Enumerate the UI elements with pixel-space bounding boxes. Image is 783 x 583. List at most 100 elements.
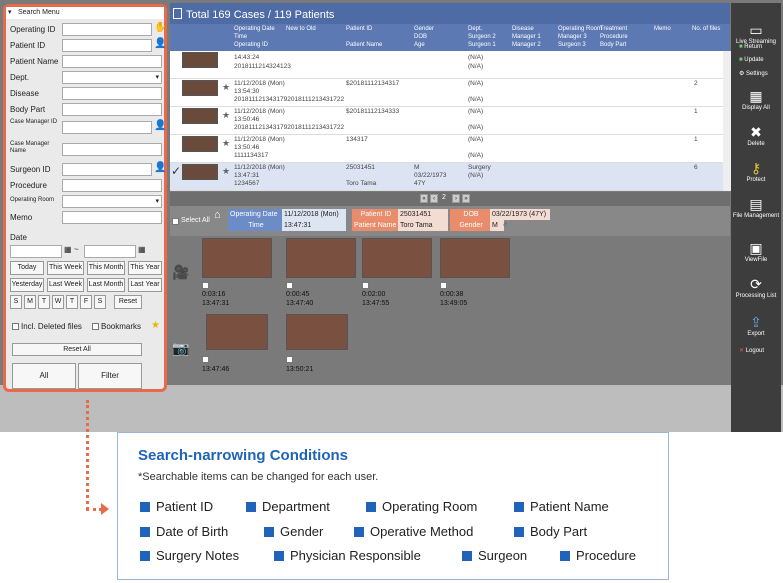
col-memo[interactable]: Memo	[654, 26, 671, 33]
tree-icon[interactable]: ⌂	[214, 209, 221, 221]
body-part-input[interactable]	[62, 103, 162, 116]
date-from-input[interactable]	[10, 245, 62, 258]
col-gender[interactable]: Gender	[414, 26, 434, 33]
this-week-button[interactable]: This Week	[47, 261, 84, 275]
update-button[interactable]: ■ Update	[731, 57, 781, 63]
table-row[interactable]: 14:43:24 2018111214324123 (N/A) (N/A)	[170, 51, 723, 79]
all-button[interactable]: All	[12, 363, 76, 389]
video-thumbnail[interactable]	[202, 238, 272, 278]
col-manager-1[interactable]: Manager 1	[512, 34, 541, 41]
operating-room-select[interactable]: ▾	[62, 195, 162, 208]
reset-all-button[interactable]: Reset All	[12, 343, 142, 356]
dept-select[interactable]: ▾	[62, 71, 162, 84]
manager-lookup-icon[interactable]: 👤	[154, 120, 166, 131]
viewfile-button[interactable]: ▣ ViewFile	[731, 239, 781, 263]
media-checkbox[interactable]	[440, 282, 447, 289]
media-checkbox[interactable]	[202, 356, 209, 363]
yesterday-button[interactable]: Yesterday	[10, 278, 44, 292]
this-year-button[interactable]: This Year	[128, 261, 162, 275]
bookmark-star-icon[interactable]: ★	[222, 167, 230, 176]
video-thumbnail[interactable]	[286, 238, 356, 278]
live-streaming-button[interactable]: ▭ Live Streaming	[731, 21, 781, 45]
col-body-part[interactable]: Body Part	[600, 42, 626, 49]
case-manager-id-input[interactable]	[62, 121, 152, 134]
last-year-button[interactable]: Last Year	[128, 278, 162, 292]
day-saturday-button[interactable]: S	[94, 295, 106, 309]
col-surgeon-1[interactable]: Surgeon 1	[468, 42, 496, 49]
media-checkbox[interactable]	[362, 282, 369, 289]
protect-button[interactable]: ⚷ Protect	[731, 159, 781, 183]
col-treatment[interactable]: Treatment	[600, 26, 627, 33]
day-thursday-button[interactable]: T	[66, 295, 78, 309]
bookmark-star-icon[interactable]: ★	[222, 83, 230, 92]
col-patient-id[interactable]: Patient ID	[346, 26, 372, 33]
col-manager-2[interactable]: Manager 2	[512, 42, 541, 49]
calendar-to-icon[interactable]: ▦	[138, 245, 146, 254]
case-manager-name-input[interactable]	[62, 143, 162, 156]
logout-button[interactable]: ✕ Logout	[731, 347, 781, 354]
date-to-input[interactable]	[84, 245, 136, 258]
photo-thumbnail[interactable]	[286, 314, 348, 350]
col-operating-id[interactable]: Operating ID	[234, 42, 268, 49]
bookmark-star-icon[interactable]: ★	[222, 139, 230, 148]
video-thumbnail[interactable]	[362, 238, 432, 278]
media-checkbox[interactable]	[202, 282, 209, 289]
col-age[interactable]: Age	[414, 42, 425, 49]
video-thumbnail[interactable]	[440, 238, 510, 278]
first-page-icon[interactable]: «	[420, 194, 428, 203]
file-management-button[interactable]: ▤ File Management	[731, 195, 781, 219]
last-page-icon[interactable]: »	[462, 194, 470, 203]
procedure-input[interactable]	[62, 179, 162, 192]
last-month-button[interactable]: Last Month	[87, 278, 125, 292]
operating-id-input[interactable]	[62, 23, 152, 36]
next-page-icon[interactable]: ›	[452, 194, 460, 203]
patient-lookup-icon[interactable]: 👤	[154, 38, 166, 49]
table-row[interactable]: ★ 11/12/2018 (Mon) 13:50:46 201811121343…	[170, 107, 723, 135]
memo-input[interactable]	[62, 211, 162, 224]
collapse-icon[interactable]: ▾	[8, 7, 12, 19]
row-check-icon[interactable]: ✓	[171, 165, 181, 177]
table-row[interactable]: ★ 11/12/2018 (Mon) 13:50:46 1111134317 1…	[170, 135, 723, 163]
this-month-button[interactable]: This Month	[87, 261, 125, 275]
day-monday-button[interactable]: M	[24, 295, 36, 309]
display-all-button[interactable]: ▦ Display All	[731, 87, 781, 111]
today-button[interactable]: Today	[10, 261, 44, 275]
patient-name-input[interactable]	[62, 55, 162, 68]
day-wednesday-button[interactable]: W	[52, 295, 64, 309]
bookmarks-checkbox[interactable]	[92, 323, 99, 330]
bookmark-star-icon[interactable]: ★	[222, 111, 230, 120]
col-no-of-files[interactable]: No. of files	[692, 26, 720, 33]
disease-input[interactable]	[62, 87, 162, 100]
col-dob[interactable]: DOB	[414, 34, 427, 41]
prev-page-icon[interactable]: ‹	[430, 194, 438, 203]
col-sort-order[interactable]: New to Old	[286, 26, 316, 33]
last-week-button[interactable]: Last Week	[47, 278, 84, 292]
col-patient-name[interactable]: Patient Name	[346, 42, 382, 49]
col-operating-date[interactable]: Operating Date	[234, 26, 275, 33]
col-procedure[interactable]: Procedure	[600, 34, 628, 41]
media-checkbox[interactable]	[286, 282, 293, 289]
barcode-scan-icon[interactable]: ✋	[154, 22, 166, 33]
surgeon-lookup-icon[interactable]: 👤	[154, 162, 166, 173]
col-manager-3[interactable]: Manager 3	[558, 34, 587, 41]
list-scrollbar[interactable]	[723, 51, 731, 191]
surgeon-id-input[interactable]	[62, 163, 152, 176]
col-time[interactable]: Time	[234, 34, 247, 41]
col-surgeon-2[interactable]: Surgeon 2	[468, 34, 496, 41]
delete-button[interactable]: ✖ Delete	[731, 123, 781, 147]
incl-deleted-checkbox[interactable]	[12, 323, 19, 330]
filter-button[interactable]: Filter	[78, 363, 142, 389]
photo-thumbnail[interactable]	[206, 314, 268, 350]
media-checkbox[interactable]	[286, 356, 293, 363]
day-friday-button[interactable]: F	[80, 295, 92, 309]
calendar-from-icon[interactable]: ▦	[64, 245, 72, 254]
processing-list-button[interactable]: ⟳ Processing List	[731, 275, 781, 299]
export-button[interactable]: ⇪ Export	[731, 313, 781, 337]
patient-id-input[interactable]	[62, 39, 152, 52]
col-disease[interactable]: Disease	[512, 26, 534, 33]
day-tuesday-button[interactable]: T	[38, 295, 50, 309]
select-all-checkbox[interactable]	[172, 218, 179, 225]
col-dept[interactable]: Dept.	[468, 26, 482, 33]
table-row[interactable]: ★ 11/12/2018 (Mon) 13:54:30 201811121343…	[170, 79, 723, 107]
day-sunday-button[interactable]: S	[10, 295, 22, 309]
